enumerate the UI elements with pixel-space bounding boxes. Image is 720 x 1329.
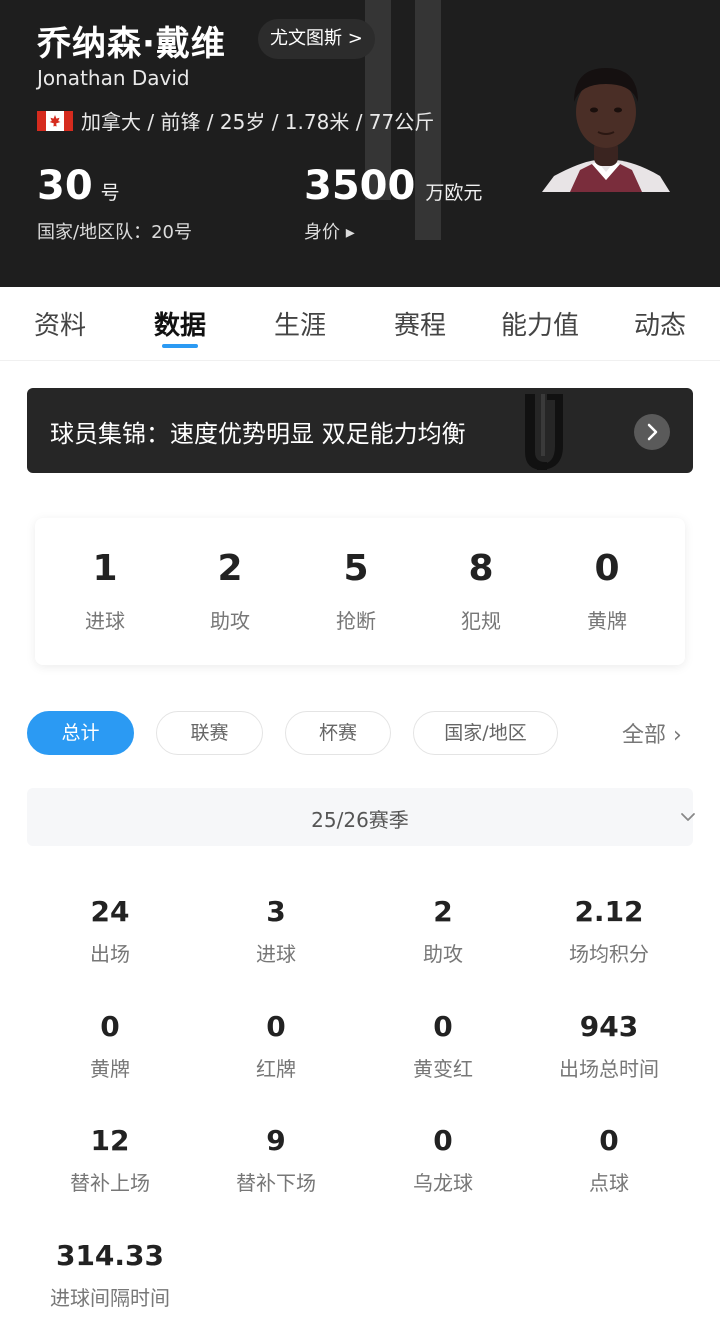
stat-value: 3 (266, 895, 286, 928)
market-value-link[interactable]: 身价 ▸ (304, 218, 355, 244)
summary-tackles: 5 抢断 (296, 548, 416, 634)
filter-chip-national[interactable]: 国家/地区 (413, 711, 558, 755)
stat-value: 0 (599, 1124, 619, 1157)
summary-label: 犯规 (461, 609, 501, 633)
canada-flag-icon (37, 110, 73, 131)
stat-value: 24 (90, 895, 130, 928)
player-name-en: Jonathan David (37, 66, 190, 90)
stat-red-cards: 0 红牌 (193, 1010, 359, 1082)
shirt-number-unit: 号 (100, 182, 120, 204)
summary-label: 黄牌 (587, 609, 627, 633)
all-filters-link[interactable]: 全部 › (622, 717, 682, 749)
shirt-number: 30 号 (37, 163, 120, 209)
stat-label: 点球 (589, 1171, 629, 1195)
summary-value: 1 (92, 548, 118, 589)
stat-label: 红牌 (256, 1057, 296, 1081)
juventus-logo-icon (525, 394, 563, 470)
stat-value: 0 (100, 1010, 120, 1043)
filter-chip-league[interactable]: 联赛 (156, 711, 263, 755)
player-name-cn: 乔纳森·戴维 (37, 24, 226, 64)
highlight-banner[interactable]: 球员集锦：速度优势明显 双足能力均衡 (27, 388, 693, 473)
stat-value: 314.33 (55, 1239, 165, 1272)
stat-label: 进球 (256, 942, 296, 966)
summary-fouls: 8 犯规 (421, 548, 541, 634)
stat-yellow-cards: 0 黄牌 (27, 1010, 193, 1082)
player-info-row: 加拿大 / 前锋 / 25岁 / 1.78米 / 77公斤 (37, 106, 434, 135)
filter-chip-cup[interactable]: 杯赛 (285, 711, 391, 755)
banner-arrow-button[interactable] (634, 414, 670, 450)
tab-ability[interactable]: 能力值 (480, 305, 600, 342)
stat-penalties: 0 点球 (526, 1124, 692, 1196)
stat-sub-off: 9 替补下场 (193, 1124, 359, 1196)
stat-label: 替补下场 (236, 1171, 316, 1195)
summary-value: 8 (468, 548, 494, 589)
stat-minutes-played: 943 出场总时间 (526, 1010, 692, 1082)
highlight-title: 球员集锦：速度优势明显 双足能力均衡 (50, 420, 466, 448)
stat-appearances: 24 出场 (27, 895, 193, 967)
player-info-text: 加拿大 / 前锋 / 25岁 / 1.78米 / 77公斤 (81, 110, 435, 134)
stat-minutes-per-goal: 314.33 进球间隔时间 (27, 1239, 193, 1311)
club-link-button[interactable]: 尤文图斯 > (258, 19, 375, 59)
season-select-value: 25/26赛季 (311, 808, 409, 832)
summary-label: 抢断 (336, 609, 376, 633)
market-value-unit: 万欧元 (425, 182, 483, 204)
stat-label: 黄牌 (90, 1057, 130, 1081)
shirt-number-value: 30 (37, 163, 93, 209)
stat-label: 进球间隔时间 (50, 1286, 170, 1310)
stat-value: 2.12 (574, 895, 644, 928)
stat-value: 943 (579, 1010, 639, 1043)
summary-label: 助攻 (210, 609, 250, 633)
stat-assists: 2 助攻 (360, 895, 526, 967)
stat-goals: 3 进球 (193, 895, 359, 967)
stat-label: 出场总时间 (559, 1057, 659, 1081)
summary-assists: 2 助攻 (170, 548, 290, 634)
market-value: 3500 万欧元 (304, 163, 482, 209)
stat-value: 0 (433, 1124, 453, 1157)
stat-points-per-game: 2.12 场均积分 (526, 895, 692, 967)
tab-profile[interactable]: 资料 (0, 305, 120, 342)
summary-card: 1 进球 2 助攻 5 抢断 8 犯规 0 黄牌 (35, 518, 685, 665)
player-header: 乔纳森·戴维 尤文图斯 > Jonathan David 加拿大 / 前锋 / … (0, 0, 720, 287)
summary-label: 进球 (85, 609, 125, 633)
chevron-right-icon (647, 423, 658, 441)
filter-chip-total[interactable]: 总计 (27, 711, 134, 755)
stat-second-yellow: 0 黄变红 (360, 1010, 526, 1082)
summary-yellow-cards: 0 黄牌 (547, 548, 667, 634)
summary-goals: 1 进球 (45, 548, 165, 634)
stat-value: 0 (433, 1010, 453, 1043)
market-value-number: 3500 (304, 163, 416, 209)
tab-schedule[interactable]: 赛程 (360, 305, 480, 342)
stat-label: 出场 (90, 942, 130, 966)
tab-news[interactable]: 动态 (600, 305, 720, 342)
stat-label: 替补上场 (70, 1171, 150, 1195)
summary-value: 0 (594, 548, 620, 589)
chevron-down-icon (681, 813, 695, 821)
stat-value: 2 (433, 895, 453, 928)
summary-value: 2 (217, 548, 243, 589)
stat-value: 9 (266, 1124, 286, 1157)
stat-label: 黄变红 (413, 1057, 473, 1081)
season-select[interactable]: 25/26赛季 (27, 788, 695, 846)
stat-value: 12 (90, 1124, 130, 1157)
stat-label: 助攻 (423, 942, 463, 966)
national-team-number: 国家/地区队：20号 (37, 222, 192, 243)
player-avatar (542, 68, 670, 192)
tab-bar: 资料 数据 生涯 赛程 能力值 动态 (0, 287, 720, 361)
stat-own-goals: 0 乌龙球 (360, 1124, 526, 1196)
stat-sub-on: 12 替补上场 (27, 1124, 193, 1196)
active-tab-indicator (162, 344, 198, 348)
tab-data[interactable]: 数据 (120, 305, 240, 342)
summary-value: 5 (343, 548, 369, 589)
stat-label: 乌龙球 (413, 1171, 473, 1195)
stat-label: 场均积分 (569, 942, 649, 966)
tab-career[interactable]: 生涯 (240, 305, 360, 342)
stat-value: 0 (266, 1010, 286, 1043)
